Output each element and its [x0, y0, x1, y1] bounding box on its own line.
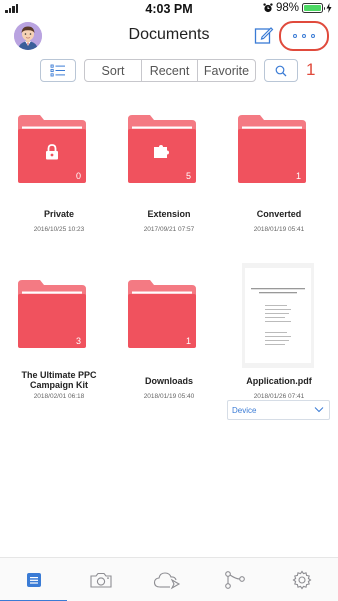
- pdf-page-preview: [245, 268, 311, 363]
- item-date: 2018/01/26 07:41: [253, 393, 305, 400]
- sort-segmented-control: Sort Recent Favorite: [84, 59, 256, 82]
- nav-bar: Documents: [0, 18, 338, 54]
- tab-cloud[interactable]: [134, 558, 201, 601]
- item-name: Downloads: [144, 376, 193, 386]
- lock-icon: [46, 144, 58, 160]
- alarm-icon: [263, 3, 273, 13]
- item-name: Converted: [256, 209, 302, 219]
- dot-icon: [302, 34, 306, 38]
- cloud-icon: [153, 572, 180, 590]
- item-date: 2017/09/21 07:57: [143, 226, 195, 233]
- tab-documents[interactable]: [0, 558, 67, 601]
- search-button[interactable]: [264, 59, 298, 82]
- dot-icon: [311, 34, 315, 38]
- device-select-value: Device: [232, 405, 257, 415]
- item-name: Private: [43, 209, 75, 219]
- compose-icon[interactable]: [254, 25, 274, 45]
- item-date: 2018/01/19 05:41: [253, 226, 305, 233]
- item-count: 5: [185, 171, 191, 181]
- more-options-button[interactable]: [279, 21, 329, 51]
- item-count: 3: [75, 336, 81, 346]
- favorite-segment[interactable]: Favorite: [198, 60, 255, 81]
- chevron-down-icon: [314, 407, 324, 413]
- toolbar: Sort Recent Favorite 1: [0, 58, 338, 84]
- folder-private[interactable]: 0: [18, 115, 86, 183]
- documents-icon: [26, 573, 41, 587]
- list-view-button[interactable]: [40, 59, 76, 82]
- list-icon: [50, 64, 65, 77]
- item-name: The Ultimate PPC Campaign Kit: [21, 370, 97, 390]
- folder-converted[interactable]: 1: [238, 115, 306, 183]
- camera-icon: [89, 572, 112, 588]
- status-bar: 4:03 PM 98%: [0, 0, 338, 18]
- item-date: 2016/10/25 10:23: [33, 226, 85, 233]
- folder-ultimate-ppc-campaign-kit[interactable]: 3: [18, 280, 86, 348]
- recent-segment[interactable]: Recent: [142, 60, 198, 81]
- charging-icon: [326, 3, 332, 13]
- item-count: 0: [75, 171, 81, 181]
- pdf-thumbnail[interactable]: [242, 263, 314, 368]
- battery-icon: [302, 3, 325, 13]
- puzzle-icon: [154, 145, 169, 158]
- connections-icon: [224, 571, 245, 589]
- device-select[interactable]: Device: [227, 400, 330, 420]
- item-name: Application.pdf: [246, 376, 312, 386]
- tab-settings[interactable]: [268, 558, 335, 601]
- tab-bar: [0, 557, 338, 601]
- annotation-number: 1: [306, 60, 316, 79]
- battery-percent: 98%: [275, 2, 299, 14]
- item-count: 1: [295, 171, 301, 181]
- sort-segment[interactable]: Sort: [85, 60, 142, 81]
- item-name: Extension: [147, 209, 191, 219]
- folder-extension[interactable]: 5: [128, 115, 196, 183]
- tab-connections[interactable]: [201, 558, 268, 601]
- item-date: 2018/01/19 05:40: [143, 393, 195, 400]
- item-date: 2018/02/01 06:18: [33, 393, 85, 400]
- search-icon: [275, 65, 287, 76]
- item-count: 1: [185, 336, 191, 346]
- settings-icon: [292, 570, 311, 590]
- tab-camera[interactable]: [67, 558, 134, 601]
- folder-downloads[interactable]: 1: [128, 280, 196, 348]
- dot-icon: [293, 34, 297, 38]
- status-indicators: 98%: [263, 2, 332, 14]
